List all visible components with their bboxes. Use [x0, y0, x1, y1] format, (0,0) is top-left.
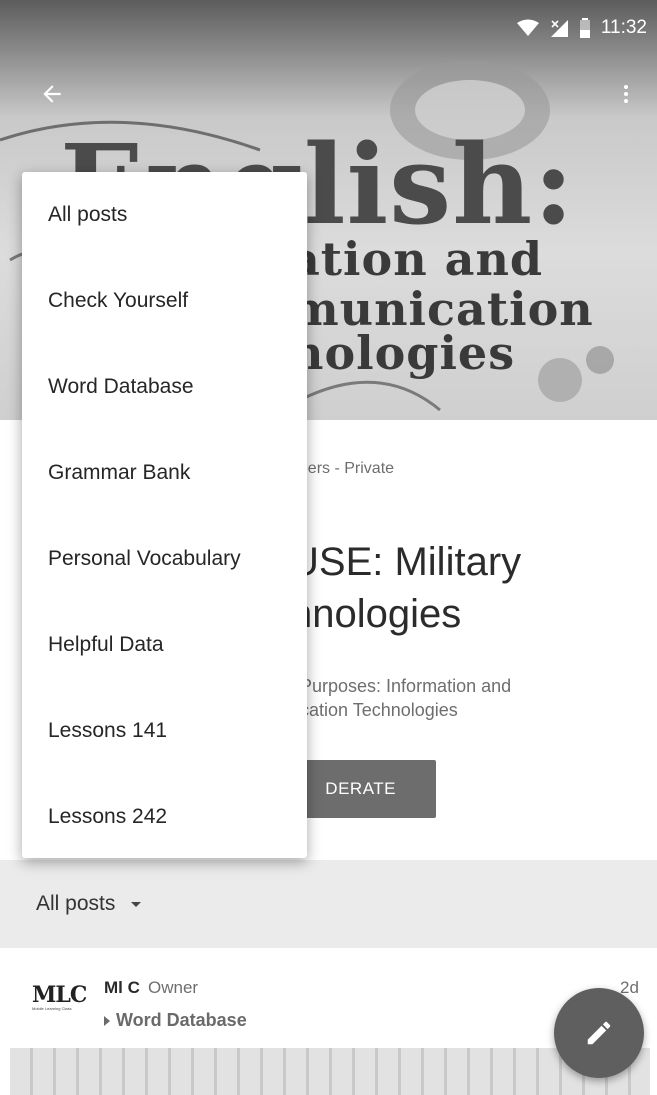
compose-post-button[interactable]: [554, 988, 644, 1078]
menu-item-word-database[interactable]: Word Database: [22, 344, 307, 430]
menu-item-check-yourself[interactable]: Check Yourself: [22, 258, 307, 344]
more-vert-icon: [624, 85, 628, 103]
status-bar: 11:32: [0, 0, 657, 56]
menu-item-helpful-data[interactable]: Helpful Data: [22, 602, 307, 688]
post-filter-label: All posts: [36, 892, 116, 915]
category-arrow-icon: [104, 1015, 110, 1026]
status-time: 11:32: [600, 17, 647, 38]
author-avatar: MLC Mobile Learning Class: [32, 982, 94, 1018]
menu-item-lessons-242[interactable]: Lessons 242: [22, 774, 307, 860]
back-button[interactable]: [30, 72, 74, 116]
post-author-role: Owner: [148, 978, 199, 997]
cover-title-line-4: nologies: [290, 326, 516, 380]
post-category-menu: All posts Check Yourself Word Database G…: [22, 172, 307, 858]
post-image[interactable]: [10, 1048, 650, 1095]
post-filter-dropdown[interactable]: All posts: [0, 860, 657, 948]
group-title: USE: Military nnologies: [290, 540, 522, 636]
post-category-label: Word Database: [116, 1010, 247, 1030]
menu-item-lessons-141[interactable]: Lessons 141: [22, 688, 307, 774]
menu-item-all-posts[interactable]: All posts: [22, 172, 307, 258]
post-category-link[interactable]: Word Database: [104, 1010, 247, 1031]
dropdown-arrow-icon: [131, 901, 142, 907]
signal-icon: [549, 18, 569, 38]
menu-item-personal-vocabulary[interactable]: Personal Vocabulary: [22, 516, 307, 602]
avatar-logo-text: MLC: [32, 982, 87, 1008]
wifi-icon: [516, 19, 539, 37]
group-description: Purposes: Information and cation Technol…: [300, 676, 512, 720]
post-author-name[interactable]: Ml C: [104, 978, 140, 998]
more-options-button[interactable]: [604, 72, 648, 116]
battery-icon: [579, 18, 591, 38]
pencil-icon: [587, 1021, 611, 1045]
cover-title-line-2: ation and: [290, 232, 544, 286]
menu-item-grammar-bank[interactable]: Grammar Bank: [22, 430, 307, 516]
arrow-back-icon: [43, 85, 61, 103]
